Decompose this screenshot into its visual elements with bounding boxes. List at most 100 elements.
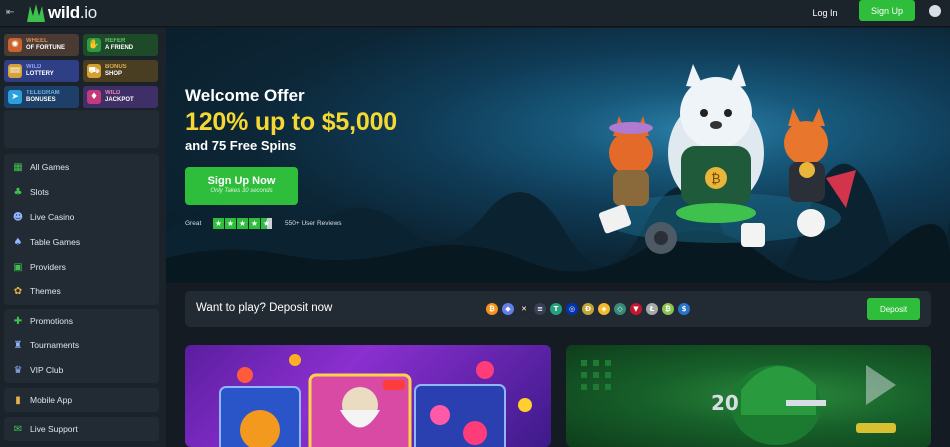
- promotions-nav: ✚ Promotions ♜ Tournaments ♛ VIP Club: [4, 309, 159, 383]
- promo-bonus-shop[interactable]: ⛟ Bonus Shop: [83, 60, 158, 82]
- star-icon: ★: [213, 218, 224, 229]
- half-star-icon: ★: [261, 218, 272, 229]
- signup-button[interactable]: Sign Up: [859, 0, 915, 21]
- tether-icon: T: [550, 303, 562, 315]
- hero-title: Welcome Offer: [185, 86, 305, 105]
- usdc-icon: $: [678, 303, 690, 315]
- xrp-icon: ✕: [518, 303, 530, 315]
- shop-icon: ⛟: [87, 64, 101, 78]
- sidebar-item-label: Promotions: [30, 316, 73, 326]
- star-icon: ★: [249, 218, 260, 229]
- hero-banner: ₿ Welcome Offer 120% up to $5,000 and 75…: [166, 28, 950, 283]
- hero-signup-button[interactable]: Sign Up Now Only Takes 30 seconds: [185, 167, 298, 205]
- svg-text:₿: ₿: [711, 172, 721, 187]
- sidebar-item-label: Mobile App: [30, 395, 73, 405]
- gift-icon: ✚: [13, 315, 23, 327]
- promo-telegram-bonuses[interactable]: ➤ Telegram Bonuses: [4, 86, 79, 108]
- table-games-icon: ♠: [13, 236, 23, 248]
- sidebar-item-label: All Games: [30, 162, 70, 172]
- trophy-icon: ♜: [13, 339, 23, 351]
- promo-line2: Shop: [105, 71, 123, 77]
- mobile-icon: ▮: [15, 394, 21, 406]
- jackpot-icon: ♦: [87, 90, 101, 104]
- bitcoin-icon: ₿: [486, 303, 498, 315]
- promo-wild-lottery[interactable]: 🎟 Wild Lottery: [4, 60, 79, 82]
- sidebar-item-label: Tournaments: [30, 340, 80, 350]
- menu-collapse-icon[interactable]: ⇤: [6, 7, 14, 18]
- brand-name: wild: [48, 3, 80, 22]
- promo-line1: Wheel: [26, 38, 48, 44]
- sidebar-item-all-games[interactable]: ▦ All Games: [4, 157, 159, 177]
- deposit-button[interactable]: Deposit: [867, 298, 920, 320]
- sidebar-item-live-casino[interactable]: ☻ Live Casino: [4, 207, 159, 227]
- sidebar-item-live-support[interactable]: ✉ Live Support: [4, 419, 159, 439]
- sports-card-illustration: 20: [581, 360, 896, 445]
- brand-logo[interactable]: wild.io: [48, 3, 97, 23]
- sidebar: ✺ Wheel of Fortune ✋ Refer a Friend 🎟 Wild…: [0, 28, 166, 447]
- slots-card-illustration: [219, 354, 532, 447]
- brand-suffix: .io: [79, 3, 97, 22]
- tron-icon: ▼: [630, 303, 642, 315]
- sidebar-item-label: Slots: [30, 187, 49, 197]
- games-nav: ▦ All Games ♣ Slots ☻ Live Casino ♠ Table Ga…: [4, 154, 159, 305]
- sidebar-item-label: Providers: [30, 262, 66, 272]
- bitcoin-cash-icon: ₿: [662, 303, 674, 315]
- sports-promo-card[interactable]: 20: [566, 345, 931, 447]
- rating-word: Great: [185, 220, 202, 227]
- ethereum-icon: ◆: [502, 303, 514, 315]
- promo-line2: Bonuses: [26, 97, 56, 103]
- sidebar-item-vip-club[interactable]: ♛ VIP Club: [4, 360, 159, 380]
- deposit-bar: Want to play? Deposit now ₿ ◆ ✕ ≡ T ◎ Ð ◈ ◇ ▼ Ł ₿ $ …: [185, 291, 931, 327]
- slots-promo-card[interactable]: [185, 345, 551, 447]
- vip-icon: ♛: [13, 364, 23, 376]
- live-casino-icon: ☻: [12, 211, 24, 223]
- mascots-illustration: ₿: [598, 64, 856, 254]
- sidebar-item-label: Table Games: [30, 237, 81, 247]
- providers-icon: ▣: [13, 261, 23, 273]
- promo-line1: Refer: [105, 38, 126, 44]
- promo-wheel-of-fortune[interactable]: ✺ Wheel of Fortune: [4, 34, 79, 56]
- cta-label: Sign Up Now: [207, 175, 276, 187]
- hero-amount: 120% up to $5,000: [185, 108, 397, 136]
- mobile-app-panel: ▮ Mobile App: [4, 388, 159, 412]
- sidebar-item-label: Live Casino: [30, 212, 75, 222]
- sidebar-item-providers[interactable]: ▣ Providers: [4, 257, 159, 277]
- promo-line1: Wild: [26, 64, 42, 70]
- promo-line1: Telegram: [26, 90, 60, 96]
- promo-line2: Jackpot: [105, 97, 134, 103]
- promo-refer-a-friend[interactable]: ✋ Refer a Friend: [83, 34, 158, 56]
- support-icon: ✉: [13, 423, 23, 435]
- sidebar-item-tournaments[interactable]: ♜ Tournaments: [4, 335, 159, 355]
- lottery-icon: 🎟: [8, 64, 22, 78]
- cardano-icon: ◎: [566, 303, 578, 315]
- sidebar-item-mobile-app[interactable]: ▮ Mobile App: [4, 390, 159, 410]
- wheel-icon: ✺: [8, 38, 22, 52]
- sidebar-item-label: Themes: [30, 286, 61, 296]
- promo-line2: a Friend: [105, 45, 134, 51]
- sidebar-item-slots[interactable]: ♣ Slots: [4, 182, 159, 202]
- sidebar-item-table-games[interactable]: ♠ Table Games: [4, 232, 159, 252]
- sidebar-item-label: Live Support: [30, 424, 78, 434]
- svg-text:20: 20: [711, 391, 739, 415]
- reviews-count[interactable]: 550+ User Reviews: [285, 220, 342, 227]
- cta-sublabel: Only Takes 30 seconds: [210, 188, 273, 194]
- sidebar-item-promotions[interactable]: ✚ Promotions: [4, 311, 159, 331]
- telegram-icon: ➤: [8, 90, 22, 104]
- slots-icon: ♣: [13, 186, 23, 198]
- promo-line1: Bonus: [105, 64, 127, 70]
- deposit-prompt: Want to play? Deposit now: [196, 302, 333, 314]
- sidebar-item-label: VIP Club: [30, 365, 64, 375]
- logo-icon[interactable]: [24, 2, 48, 24]
- handshake-icon: ✋: [87, 38, 101, 52]
- chat-icon[interactable]: [929, 5, 941, 17]
- sidebar-item-themes[interactable]: ✿ Themes: [4, 281, 159, 301]
- top-bar: ⇤ wild.io Log In Sign Up: [0, 0, 950, 27]
- rating-stars: ★ ★ ★ ★ ★: [213, 218, 272, 229]
- sidebar-empty-panel: [4, 110, 159, 148]
- solana-icon: ≡: [534, 303, 546, 315]
- dogecoin-icon: Ð: [582, 303, 594, 315]
- grid-icon: ▦: [13, 161, 23, 173]
- promo-wild-jackpot[interactable]: ♦ Wild Jackpot: [83, 86, 158, 108]
- login-button[interactable]: Log In: [804, 4, 846, 22]
- promo-line2: Lottery: [26, 71, 54, 77]
